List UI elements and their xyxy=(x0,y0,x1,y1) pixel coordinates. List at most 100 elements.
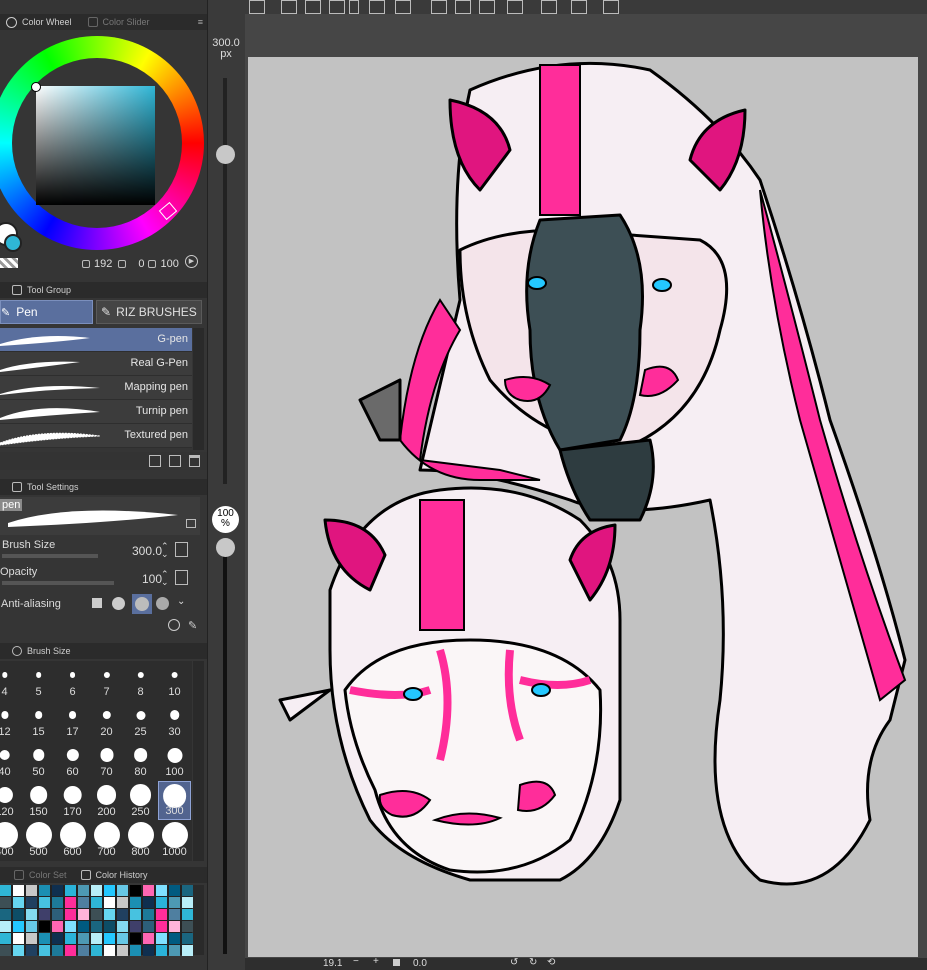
pressure-icon[interactable] xyxy=(175,542,188,557)
brush-size-setting[interactable]: Brush Size 300.0 ⌃ ⌄ xyxy=(0,538,192,564)
chevron-down-icon[interactable] xyxy=(349,0,359,14)
color-swatch[interactable] xyxy=(39,933,50,944)
brush-size-cell[interactable]: 700 xyxy=(90,821,123,860)
color-swatch[interactable] xyxy=(91,921,102,932)
brush-size-cell[interactable]: 15 xyxy=(22,701,55,740)
brush-size-cell[interactable]: 40 xyxy=(0,741,21,780)
opacity-setting[interactable]: Opacity 100 ⌃ ⌄ xyxy=(0,566,192,592)
expand-icon[interactable] xyxy=(175,570,188,585)
color-swatch[interactable] xyxy=(65,885,76,896)
color-swatch[interactable] xyxy=(52,921,63,932)
list-item[interactable]: Mapping pen xyxy=(0,376,192,400)
color-swatch[interactable] xyxy=(13,945,24,956)
chevron-down-icon[interactable]: ⌄ xyxy=(177,596,185,607)
color-swatch[interactable] xyxy=(13,909,24,920)
color-swatch[interactable] xyxy=(91,933,102,944)
brush-size-cell[interactable]: 12 xyxy=(0,701,21,740)
color-swatch[interactable] xyxy=(130,909,141,920)
redo-icon[interactable] xyxy=(395,0,411,14)
color-swatch[interactable] xyxy=(182,921,193,932)
duplicate-icon[interactable] xyxy=(169,455,181,467)
fill-icon[interactable] xyxy=(455,0,471,14)
sub-color-swatch[interactable] xyxy=(4,234,22,252)
color-swatch[interactable] xyxy=(52,897,63,908)
color-swatch[interactable] xyxy=(104,909,115,920)
tab-color-history[interactable]: Color History xyxy=(75,867,154,883)
color-swatch[interactable] xyxy=(65,909,76,920)
brush-size-cell[interactable]: 500 xyxy=(22,821,55,860)
brush-size-cell[interactable]: 100 xyxy=(158,741,191,780)
help-icon[interactable] xyxy=(571,0,587,14)
lock-icon[interactable] xyxy=(186,519,196,528)
brush-list-scrollbar[interactable] xyxy=(193,328,204,450)
color-swatch[interactable] xyxy=(39,921,50,932)
color-swatch[interactable] xyxy=(169,897,180,908)
fit-icon[interactable] xyxy=(393,959,400,966)
opacity-slider[interactable] xyxy=(2,581,114,585)
opacity-slider-track[interactable] xyxy=(223,540,227,954)
zoom-out-icon[interactable]: − xyxy=(353,956,359,967)
brush-size-cell[interactable]: 800 xyxy=(124,821,157,860)
color-swatch[interactable] xyxy=(39,945,50,956)
color-swatch[interactable] xyxy=(91,945,102,956)
spinner-icon[interactable] xyxy=(431,0,447,14)
color-swatch[interactable] xyxy=(143,897,154,908)
tool-tab-pen[interactable]: ✎ Pen xyxy=(0,300,93,324)
color-swatch[interactable] xyxy=(130,921,141,932)
color-swatch[interactable] xyxy=(104,945,115,956)
color-swatch[interactable] xyxy=(104,921,115,932)
color-swatch[interactable] xyxy=(156,945,167,956)
brush-size-cell[interactable]: 5 xyxy=(22,661,55,700)
spinner-icon[interactable]: ⌃ ⌄ xyxy=(161,542,169,559)
color-swatch[interactable] xyxy=(0,921,11,932)
zoom-value[interactable]: 19.1 xyxy=(323,958,342,969)
brush-size-cell[interactable]: 6 xyxy=(56,661,89,700)
color-swatch[interactable] xyxy=(0,933,11,944)
spinner-icon[interactable]: ⌃ ⌄ xyxy=(161,570,169,587)
color-swatch[interactable] xyxy=(65,933,76,944)
color-swatch[interactable] xyxy=(78,885,89,896)
color-swatch[interactable] xyxy=(117,933,128,944)
color-swatch[interactable] xyxy=(156,897,167,908)
color-swatch[interactable] xyxy=(26,921,37,932)
tab-color-wheel[interactable]: Color Wheel xyxy=(0,14,78,30)
color-swatch[interactable] xyxy=(117,897,128,908)
color-swatch[interactable] xyxy=(182,909,193,920)
save-icon[interactable] xyxy=(329,0,345,14)
color-swatch[interactable] xyxy=(143,909,154,920)
color-swatch[interactable] xyxy=(52,909,63,920)
color-swatch[interactable] xyxy=(13,933,24,944)
size-slider-track[interactable] xyxy=(223,78,227,484)
brush-size-cell[interactable]: 120 xyxy=(0,781,21,820)
saturation-value-square[interactable] xyxy=(36,86,155,205)
color-swatch[interactable] xyxy=(117,945,128,956)
brush-size-cell[interactable]: 170 xyxy=(56,781,89,820)
transparent-swatch[interactable] xyxy=(0,258,18,268)
color-swatch[interactable] xyxy=(117,921,128,932)
rotate-right-icon[interactable]: ↻ xyxy=(529,957,537,968)
device-icon[interactable] xyxy=(541,0,557,14)
tab-color-slider[interactable]: Color Slider xyxy=(82,14,156,30)
color-swatch[interactable] xyxy=(117,885,128,896)
size-slider-thumb[interactable] xyxy=(216,145,235,164)
brush-size-cell[interactable]: 250 xyxy=(124,781,157,820)
flip-icon[interactable]: ⟲ xyxy=(547,957,555,968)
color-swatch[interactable] xyxy=(52,933,63,944)
play-icon[interactable]: ▶ xyxy=(185,255,198,268)
color-swatch[interactable] xyxy=(65,945,76,956)
color-swatch[interactable] xyxy=(182,945,193,956)
color-swatch[interactable] xyxy=(104,897,115,908)
brush-size-cell[interactable]: 80 xyxy=(124,741,157,780)
brush-size-cell[interactable]: 4 xyxy=(0,661,21,700)
brush-size-cell[interactable]: 1000 xyxy=(158,821,191,860)
color-swatch[interactable] xyxy=(39,897,50,908)
tab-color-set[interactable]: Color Set xyxy=(8,867,73,883)
color-swatch[interactable] xyxy=(182,897,193,908)
tab-brush-size[interactable]: Brush Size xyxy=(6,643,77,659)
undo-icon[interactable] xyxy=(369,0,385,14)
color-swatch[interactable] xyxy=(0,885,11,896)
list-item[interactable]: Turnip pen xyxy=(0,400,192,424)
brush-size-cell[interactable]: 200 xyxy=(90,781,123,820)
tab-tool-settings[interactable]: Tool Settings xyxy=(6,479,85,495)
reset-icon[interactable] xyxy=(168,619,180,631)
